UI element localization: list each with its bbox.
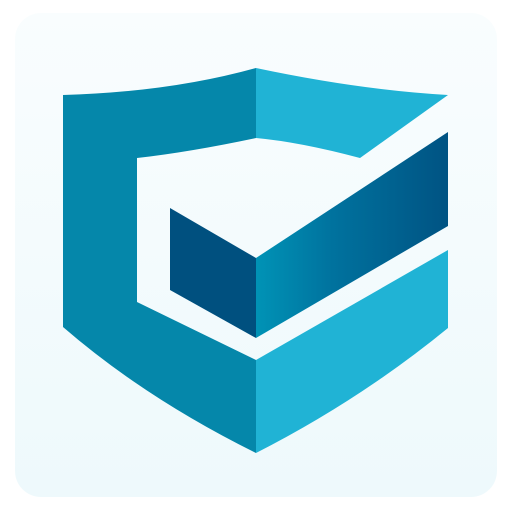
- shield-right-half: [256, 68, 448, 158]
- app-icon-canvas: [0, 0, 512, 512]
- check-left-face: [170, 208, 256, 338]
- shield-check-icon: [63, 68, 448, 453]
